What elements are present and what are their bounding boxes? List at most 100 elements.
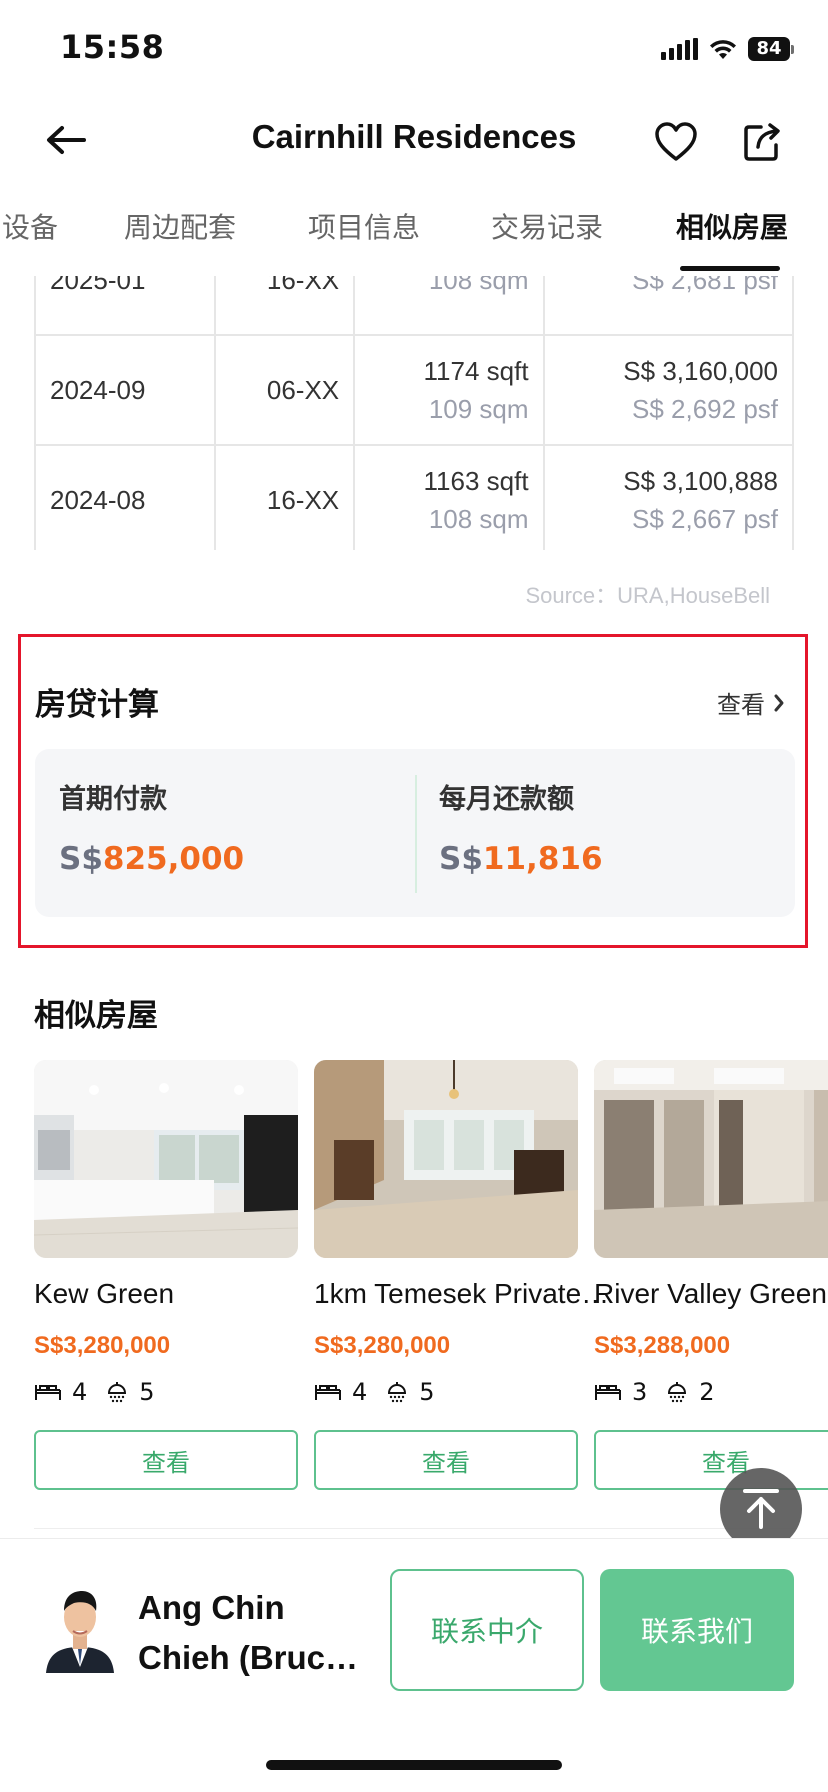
table-row: 2024-08 16-XX 1163 sqft 108 sqm S$ 3,100,… [34,444,794,550]
transaction-unit: 16-XX [266,276,340,295]
bed-icon [595,1385,621,1400]
monthly-payment-amount: 11,816 [482,841,603,877]
transaction-price: S$ 3,160,000 [623,356,778,386]
down-payment-value: S$825,000 [59,841,244,877]
bed-icon [35,1385,61,1400]
active-tab-indicator [680,266,780,271]
transaction-sqm: 109 sqm [428,394,529,424]
down-payment-block: 首期付款 S$825,000 [35,749,413,917]
bathroom-count: 5 [419,1378,435,1406]
listing-specs: 4 5 [314,1378,443,1406]
transaction-date: 2025-01 [50,276,146,295]
transaction-sqm: 108 sqm [428,504,529,534]
agent-contact-bar: Ang Chin Chieh (Bruce Ang) 联系中介 联系我们 [0,1538,828,1792]
mortgage-view-label: 查看 [717,691,765,719]
contact-us-button[interactable]: 联系我们 [600,1569,794,1691]
transaction-sqft: 1163 sqft [423,466,529,496]
battery-icon: 84 [748,37,794,61]
transaction-psf: S$ 2,692 psf [632,394,778,424]
transaction-unit: 16-XX [266,485,340,515]
down-payment-amount: 825,000 [102,841,245,877]
listing-photo[interactable] [34,1060,298,1258]
similar-homes-carousel[interactable]: Kew Green S$3,280,000 4 5 查看 1km Temesek… [34,1060,828,1494]
listing-name[interactable]: River Valley Green [594,1278,828,1310]
mortgage-calculator-section: 房贷计算 查看 首期付款 S$825,000 每月还款额 S$11,816 [18,634,808,948]
wifi-icon [710,40,736,59]
transaction-price: S$ 3,100,888 [623,466,778,496]
transaction-sqm: 108 sqm [428,276,529,295]
data-source-note: Source：URA,HouseBell [525,583,770,608]
currency-label: S$ [439,841,483,877]
mortgage-summary-card: 首期付款 S$825,000 每月还款额 S$11,816 [35,749,795,917]
agent-name-line1: Ang Chin [138,1589,285,1626]
listing-specs: 4 5 [34,1378,163,1406]
battery-level: 84 [748,37,790,61]
listing-price: S$3,280,000 [34,1332,171,1359]
tab-facilities[interactable]: 设备 [2,206,58,246]
listing-name[interactable]: 1km Temesek Private Gated Landed [314,1278,614,1310]
tab-surroundings[interactable]: 周边配套 [124,206,236,246]
agent-name-line2: Chieh (Bruce Ang) [138,1639,370,1676]
down-payment-label: 首期付款 [59,784,167,815]
transaction-sqft: 1174 sqft [423,356,529,386]
back-arrow-icon [47,126,86,154]
transaction-psf: S$ 2,667 psf [632,504,778,534]
home-indicator [266,1760,562,1770]
listing-photo[interactable] [314,1060,578,1258]
shower-icon [388,1382,407,1403]
share-button[interactable] [734,114,790,170]
monthly-payment-label: 每月还款额 [439,784,574,815]
transaction-date: 2024-09 [50,375,146,405]
shower-icon [668,1382,687,1403]
status-bar: 15:58 84 [0,0,828,100]
section-tabs: 设备 周边配套 项目信息 交易记录 相似房屋 [0,196,828,276]
listing-specs: 3 2 [594,1378,723,1406]
view-listing-button[interactable]: 查看 [314,1430,578,1490]
mortgage-view-link[interactable]: 查看 [717,685,785,720]
listing-card[interactable]: 1km Temesek Private Gated Landed S$3,280… [314,1060,614,1490]
status-time: 15:58 [60,28,165,66]
bathroom-count: 5 [139,1378,155,1406]
shower-icon [108,1382,127,1403]
similar-homes-title: 相似房屋 [34,998,158,1034]
avatar[interactable] [44,1581,116,1673]
listing-photo[interactable] [594,1060,828,1258]
transaction-date: 2024-08 [50,485,146,515]
listing-card[interactable]: River Valley Green S$3,288,000 3 2 查看 [594,1060,828,1490]
transactions-table: 2025-01 16-XX 108 sqm S$ 2,681 psf 2024-… [34,276,794,550]
chevron-right-icon [774,694,784,711]
listing-price: S$3,288,000 [594,1332,731,1359]
bedroom-count: 4 [72,1378,88,1406]
tab-project-info[interactable]: 项目信息 [308,206,420,246]
share-icon [744,123,780,161]
agent-name[interactable]: Ang Chin Chieh (Bruce Ang) [138,1583,370,1683]
contact-agent-button[interactable]: 联系中介 [390,1569,584,1691]
tab-similar-homes[interactable]: 相似房屋 [676,206,788,246]
page-title: Cairnhill Residences [251,118,577,155]
table-row: 2024-09 06-XX 1174 sqft 109 sqm S$ 3,160,… [34,334,794,446]
view-listing-button[interactable]: 查看 [594,1430,828,1490]
table-row: 2025-01 16-XX 108 sqm S$ 2,681 psf [34,276,794,336]
heart-icon [655,122,697,161]
transaction-psf: S$ 2,681 psf [632,276,778,295]
arrow-up-icon [743,1489,779,1529]
cellular-signal-icon [661,38,698,60]
listing-card[interactable]: Kew Green S$3,280,000 4 5 查看 [34,1060,298,1490]
monthly-payment-value: S$11,816 [439,841,603,877]
favorite-button[interactable] [648,114,704,170]
monthly-payment-block: 每月还款额 S$11,816 [415,749,793,917]
bedroom-count: 4 [352,1378,368,1406]
bedroom-count: 3 [632,1378,648,1406]
status-icons: 84 [661,34,794,64]
divider [34,1528,794,1529]
view-listing-button[interactable]: 查看 [34,1430,298,1490]
bed-icon [315,1385,341,1400]
listing-name[interactable]: Kew Green [34,1278,334,1310]
currency-label: S$ [59,841,103,877]
listing-price: S$3,280,000 [314,1332,451,1359]
mortgage-title: 房贷计算 [35,687,159,723]
back-button[interactable] [40,114,92,166]
bathroom-count: 2 [699,1378,715,1406]
tab-transactions[interactable]: 交易记录 [491,206,603,246]
transaction-unit: 06-XX [266,375,340,405]
